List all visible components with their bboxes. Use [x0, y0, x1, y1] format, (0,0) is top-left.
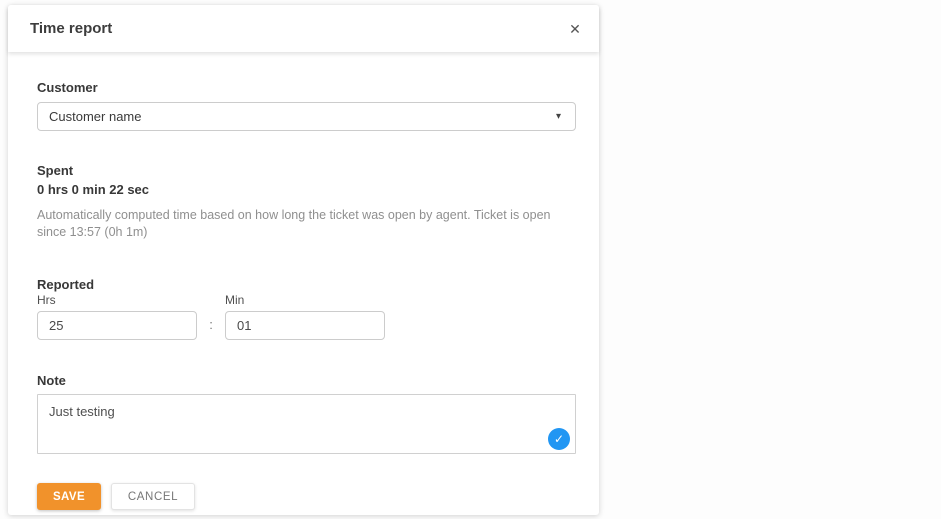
dialog-title: Time report — [30, 20, 112, 37]
minutes-label: Min — [225, 293, 385, 307]
customer-select[interactable]: Customer name ▾ — [37, 102, 576, 131]
note-label: Note — [37, 373, 576, 388]
note-input-wrapper: Just testing ✓ — [37, 394, 576, 454]
note-textarea[interactable]: Just testing — [37, 394, 576, 454]
minutes-input[interactable] — [225, 311, 385, 340]
customer-label: Customer — [37, 80, 576, 95]
note-section: Note Just testing ✓ — [37, 373, 576, 454]
spent-help-text: Automatically computed time based on how… — [37, 207, 569, 241]
spent-section: Spent 0 hrs 0 min 22 sec Automatically c… — [37, 163, 576, 241]
time-report-dialog: Time report ✕ Customer Customer name ▾ S… — [8, 5, 599, 515]
cancel-button[interactable]: CANCEL — [111, 483, 195, 510]
chevron-down-icon: ▾ — [556, 112, 561, 122]
hours-label: Hrs — [37, 293, 197, 307]
spent-value: 0 hrs 0 min 22 sec — [37, 182, 576, 197]
reported-time-row: Hrs : Min — [37, 292, 576, 340]
close-icon[interactable]: ✕ — [560, 14, 590, 44]
dialog-header: Time report ✕ — [8, 5, 599, 52]
save-button[interactable]: SAVE — [37, 483, 101, 510]
spellcheck-ok-icon[interactable]: ✓ — [548, 428, 570, 450]
dialog-body: Customer Customer name ▾ Spent 0 hrs 0 m… — [8, 52, 599, 510]
dialog-actions: SAVE CANCEL — [37, 483, 576, 510]
reported-section: Reported Hrs : Min — [37, 277, 576, 340]
reported-label: Reported — [37, 277, 576, 292]
minutes-field: Min — [225, 292, 385, 340]
hours-input[interactable] — [37, 311, 197, 340]
hours-field: Hrs — [37, 292, 197, 340]
customer-select-value: Customer name — [49, 109, 556, 124]
spent-label: Spent — [37, 163, 576, 178]
customer-section: Customer Customer name ▾ — [37, 80, 576, 131]
time-separator: : — [197, 317, 225, 340]
